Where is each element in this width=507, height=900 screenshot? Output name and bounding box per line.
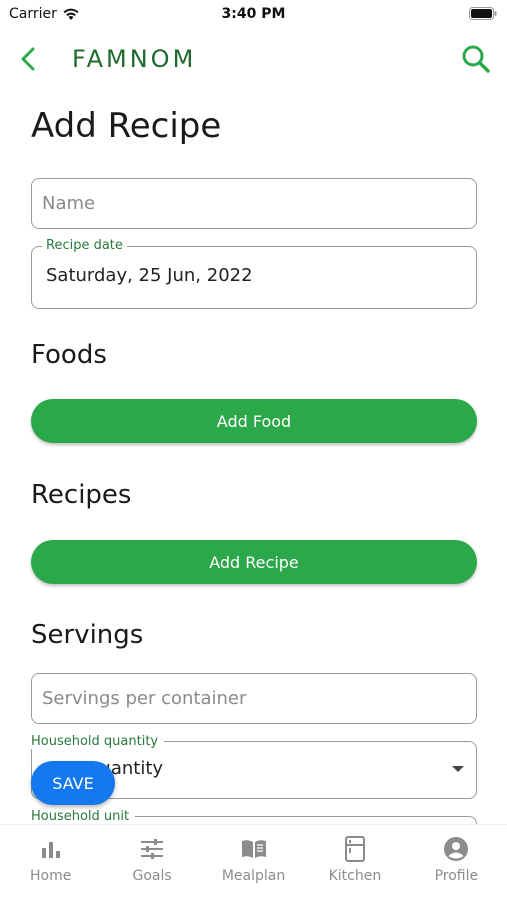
nav-item-kitchen[interactable]: Kitchen	[304, 825, 405, 900]
nav-item-home[interactable]: Home	[0, 825, 101, 900]
chevron-down-icon	[452, 766, 464, 772]
sliders-icon	[138, 835, 166, 863]
app-title: FAMNOM	[72, 45, 197, 73]
servings-section-title: Servings	[31, 620, 144, 650]
search-icon	[462, 45, 490, 73]
household-unit-label: Household unit	[31, 809, 136, 824]
account-circle-icon	[442, 835, 470, 863]
nav-item-goals[interactable]: Goals	[101, 825, 202, 900]
add-food-button[interactable]: Add Food	[31, 399, 477, 443]
name-input[interactable]	[32, 179, 476, 228]
recipes-section-title: Recipes	[31, 480, 132, 510]
fridge-icon	[341, 835, 369, 863]
foods-section-title: Foods	[31, 340, 107, 370]
search-button[interactable]	[459, 42, 493, 76]
back-button[interactable]	[14, 44, 44, 74]
bar-chart-icon	[37, 835, 65, 863]
nav-label-goals: Goals	[132, 868, 172, 884]
recipe-date-label: Recipe date	[42, 238, 127, 253]
form-content[interactable]: Add Recipe Recipe date Saturday, 25 Jun,…	[0, 84, 507, 824]
servings-per-container-input[interactable]	[32, 674, 476, 723]
name-field[interactable]	[31, 178, 477, 229]
chevron-left-icon	[21, 47, 35, 71]
add-recipe-button[interactable]: Add Recipe	[31, 540, 477, 584]
open-book-icon	[240, 835, 268, 863]
status-bar: Carrier 3:40 PM	[0, 0, 507, 28]
nav-label-mealplan: Mealplan	[221, 868, 286, 884]
nav-label-kitchen: Kitchen	[328, 868, 382, 884]
recipe-date-field[interactable]: Recipe date Saturday, 25 Jun, 2022	[31, 238, 477, 309]
servings-per-container-field[interactable]	[31, 673, 477, 724]
page-title: Add Recipe	[31, 106, 222, 146]
nav-item-mealplan[interactable]: Mealplan	[203, 825, 304, 900]
nav-label-profile: Profile	[434, 868, 479, 884]
battery-icon	[469, 7, 497, 20]
save-button[interactable]: SAVE	[31, 761, 115, 805]
nav-item-profile[interactable]: Profile	[406, 825, 507, 900]
app-bar: FAMNOM	[0, 36, 507, 84]
recipe-date-value[interactable]: Saturday, 25 Jun, 2022	[46, 265, 253, 286]
bottom-navigation: Home Goals Mealplan Kitchen Profile	[0, 824, 507, 900]
nav-label-home: Home	[30, 868, 72, 884]
status-time: 3:40 PM	[221, 6, 286, 22]
household-quantity-label: Household quantity	[31, 734, 165, 749]
